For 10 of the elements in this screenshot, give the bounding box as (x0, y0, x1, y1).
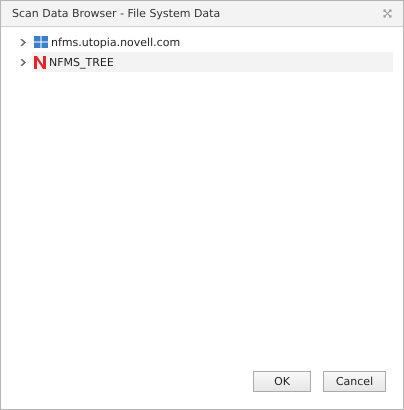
dialog-button[interactable]: Cancel (323, 371, 386, 392)
n-logo-icon (34, 56, 46, 68)
grid-icon (34, 36, 48, 48)
tree-item[interactable]: NFMS_TREE (32, 52, 393, 72)
caret-icon[interactable] (19, 58, 26, 66)
close-icon[interactable] (383, 9, 392, 18)
window-title: Scan Data Browser - File System Data (12, 7, 220, 20)
caret-icon[interactable] (19, 38, 26, 46)
dialog-button[interactable]: OK (253, 371, 311, 392)
tree-item[interactable]: nfms.utopia.novell.com (32, 32, 393, 52)
